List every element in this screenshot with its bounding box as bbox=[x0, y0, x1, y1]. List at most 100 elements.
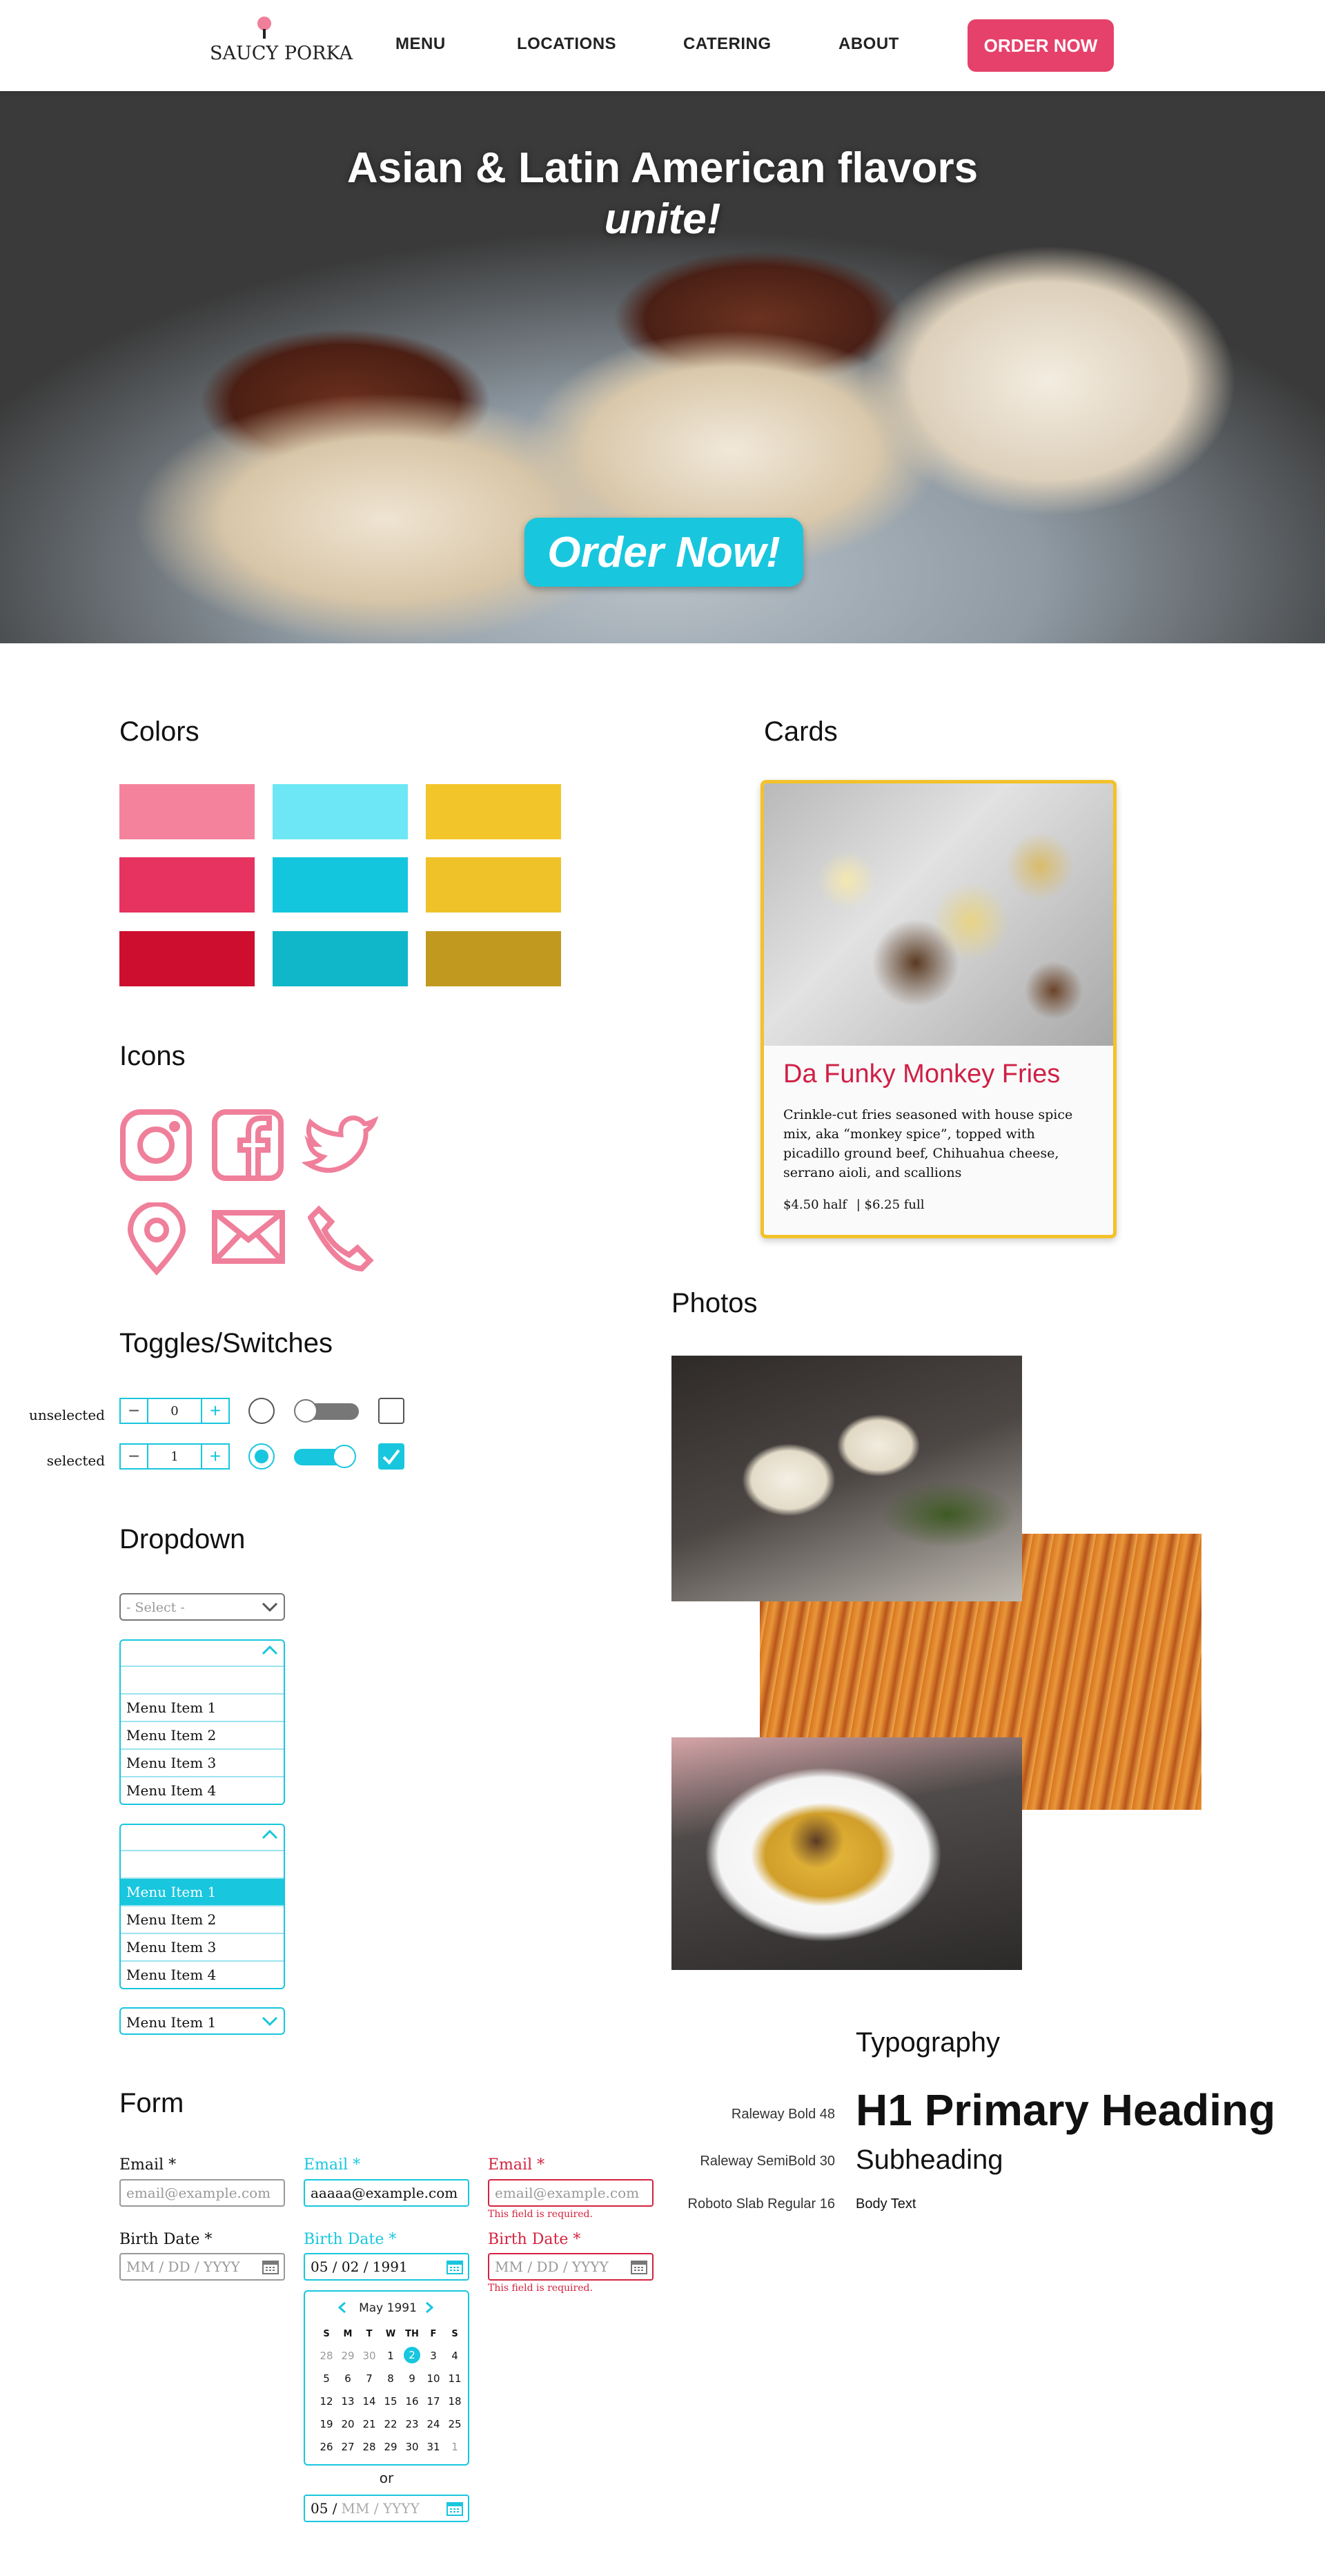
calendar-icon[interactable] bbox=[446, 2258, 464, 2275]
calendar-day[interactable]: 6 bbox=[337, 2372, 358, 2385]
calendar-day[interactable]: 12 bbox=[316, 2395, 337, 2408]
calendar-day[interactable]: 26 bbox=[316, 2441, 337, 2453]
checkbox-unchecked[interactable] bbox=[378, 1398, 404, 1424]
chevron-right-icon[interactable] bbox=[424, 2301, 435, 2314]
radio-selected[interactable] bbox=[248, 1443, 275, 1470]
checkbox-checked[interactable] bbox=[378, 1443, 404, 1470]
dropdown-heading: Dropdown bbox=[119, 1524, 246, 1554]
calendar-day[interactable]: 3 bbox=[423, 2350, 444, 2362]
menu-item[interactable]: Menu Item 1 bbox=[121, 1693, 284, 1721]
nav-link-locations[interactable]: LOCATIONS bbox=[517, 35, 616, 54]
or-separator: or bbox=[379, 2470, 394, 2486]
typography-heading: Typography bbox=[856, 2027, 1001, 2058]
calendar-day[interactable]: 31 bbox=[423, 2441, 444, 2453]
weekday-label: M bbox=[343, 2329, 353, 2339]
email-field-error[interactable]: email@example.com bbox=[488, 2179, 654, 2207]
nav-link-catering[interactable]: CATERING bbox=[683, 35, 772, 54]
menu-item[interactable]: Menu Item 3 bbox=[121, 1933, 284, 1960]
email-field[interactable]: email@example.com bbox=[119, 2179, 285, 2207]
calendar-day[interactable]: 15 bbox=[380, 2395, 401, 2408]
calendar-day[interactable]: 7 bbox=[359, 2372, 380, 2385]
switch-off[interactable] bbox=[294, 1399, 360, 1423]
calendar-icon[interactable] bbox=[630, 2258, 648, 2275]
hero-order-button[interactable]: Order Now! bbox=[524, 518, 803, 587]
increment-button[interactable]: + bbox=[201, 1445, 228, 1468]
mail-icon[interactable] bbox=[211, 1209, 286, 1265]
menu-item[interactable]: Menu Item 4 bbox=[121, 1960, 284, 1988]
card-desc-line: serrano aioli, and scallions bbox=[783, 1165, 962, 1180]
calendar-day-selected[interactable]: 2 bbox=[404, 2347, 420, 2363]
calendar-day[interactable]: 28 bbox=[359, 2441, 380, 2453]
calendar-day[interactable]: 9 bbox=[402, 2372, 422, 2385]
decrement-button[interactable]: − bbox=[121, 1445, 148, 1468]
facebook-icon[interactable] bbox=[211, 1109, 284, 1182]
calendar-day[interactable]: 29 bbox=[380, 2441, 401, 2453]
calendar-day[interactable]: 20 bbox=[337, 2418, 358, 2430]
menu-item[interactable]: Menu Item 2 bbox=[121, 1721, 284, 1748]
dropdown-open[interactable]: Menu Item 1 Menu Item 2 Menu Item 3 Menu… bbox=[119, 1639, 285, 1805]
calendar-day[interactable]: 13 bbox=[337, 2395, 358, 2408]
switch-on[interactable] bbox=[294, 1445, 360, 1468]
calendar-day[interactable]: 11 bbox=[444, 2372, 465, 2385]
calendar-day[interactable]: 16 bbox=[402, 2395, 422, 2408]
nav-link-menu[interactable]: MENU bbox=[395, 35, 446, 54]
calendar-day[interactable]: 28 bbox=[316, 2350, 337, 2362]
chevron-up-icon[interactable] bbox=[260, 1643, 279, 1657]
calendar-day[interactable]: 19 bbox=[316, 2418, 337, 2430]
calendar-day[interactable]: 1 bbox=[380, 2350, 401, 2362]
menu-item[interactable]: Menu Item 2 bbox=[121, 1905, 284, 1933]
calendar-icon[interactable] bbox=[262, 2258, 279, 2275]
date-picker[interactable]: May 1991 S M T W TH F S 28 29 30 1 2 3 4 5 6 7 8 9 10 11 12 13… bbox=[304, 2290, 469, 2466]
twitter-icon[interactable] bbox=[301, 1113, 379, 1179]
select-with-value[interactable]: Menu Item 1 bbox=[119, 2007, 285, 2035]
price-half: $4.50 half bbox=[783, 1198, 847, 1212]
calendar-day[interactable]: 18 bbox=[444, 2395, 465, 2408]
decrement-button[interactable]: − bbox=[121, 1399, 148, 1423]
email-field-active[interactable]: aaaaa@example.com bbox=[304, 2179, 469, 2207]
menu-item[interactable]: Menu Item 3 bbox=[121, 1748, 284, 1776]
card-title: Da Funky Monkey Fries bbox=[783, 1060, 1061, 1089]
birth-date-label-active: Birth Date * bbox=[304, 2231, 397, 2248]
order-now-button[interactable]: ORDER NOW bbox=[968, 19, 1114, 72]
phone-icon[interactable] bbox=[307, 1205, 374, 1272]
dropdown-open-selected[interactable]: Menu Item 1 Menu Item 2 Menu Item 3 Menu… bbox=[119, 1824, 285, 1989]
calendar-day[interactable]: 17 bbox=[423, 2395, 444, 2408]
increment-button[interactable]: + bbox=[201, 1399, 228, 1423]
calendar-day[interactable]: 24 bbox=[423, 2418, 444, 2430]
select-closed[interactable]: - Select - bbox=[119, 1593, 285, 1621]
calendar-day[interactable]: 23 bbox=[402, 2418, 422, 2430]
menu-item[interactable]: Menu Item 4 bbox=[121, 1776, 284, 1804]
birth-date-field-error[interactable]: MM / DD / YYYY bbox=[488, 2253, 654, 2281]
logo-text: SAUCY PORKA bbox=[210, 43, 353, 64]
calendar-day[interactable]: 25 bbox=[444, 2418, 465, 2430]
weekday-label: S bbox=[323, 2329, 330, 2339]
calendar-day[interactable]: 27 bbox=[337, 2441, 358, 2453]
quantity-stepper-unselected[interactable]: − 0 + bbox=[119, 1398, 230, 1424]
quantity-stepper-selected[interactable]: − 1 + bbox=[119, 1443, 230, 1470]
birth-date-field[interactable]: MM / DD / YYYY bbox=[119, 2253, 285, 2281]
email-placeholder: email@example.com bbox=[126, 2185, 271, 2201]
nav-link-about[interactable]: ABOUT bbox=[838, 35, 899, 54]
calendar-day[interactable]: 29 bbox=[337, 2350, 358, 2362]
instagram-icon[interactable] bbox=[119, 1109, 193, 1182]
calendar-day[interactable]: 1 bbox=[444, 2441, 465, 2453]
calendar-day[interactable]: 30 bbox=[359, 2350, 380, 2362]
menu-card[interactable]: Da Funky Monkey Fries Crinkle-cut fries … bbox=[760, 780, 1117, 1238]
logo[interactable]: SAUCY PORKA bbox=[207, 10, 353, 79]
calendar-day[interactable]: 14 bbox=[359, 2395, 380, 2408]
calendar-icon[interactable] bbox=[446, 2500, 464, 2517]
calendar-day[interactable]: 10 bbox=[423, 2372, 444, 2385]
weekday-label: S bbox=[451, 2329, 458, 2339]
radio-unselected[interactable] bbox=[248, 1398, 275, 1424]
chevron-up-icon[interactable] bbox=[260, 1828, 279, 1842]
calendar-day[interactable]: 4 bbox=[444, 2350, 465, 2362]
birth-date-partial-field[interactable]: 05 / MM / YYYY bbox=[304, 2495, 469, 2522]
calendar-day[interactable]: 22 bbox=[380, 2418, 401, 2430]
calendar-day[interactable]: 30 bbox=[402, 2441, 422, 2453]
calendar-day[interactable]: 5 bbox=[316, 2372, 337, 2385]
calendar-day[interactable]: 21 bbox=[359, 2418, 380, 2430]
location-pin-icon[interactable] bbox=[126, 1201, 187, 1276]
birth-date-field-active[interactable]: 05 / 02 / 1991 bbox=[304, 2253, 469, 2281]
menu-item-selected[interactable]: Menu Item 1 bbox=[121, 1877, 284, 1905]
calendar-day[interactable]: 8 bbox=[380, 2372, 401, 2385]
